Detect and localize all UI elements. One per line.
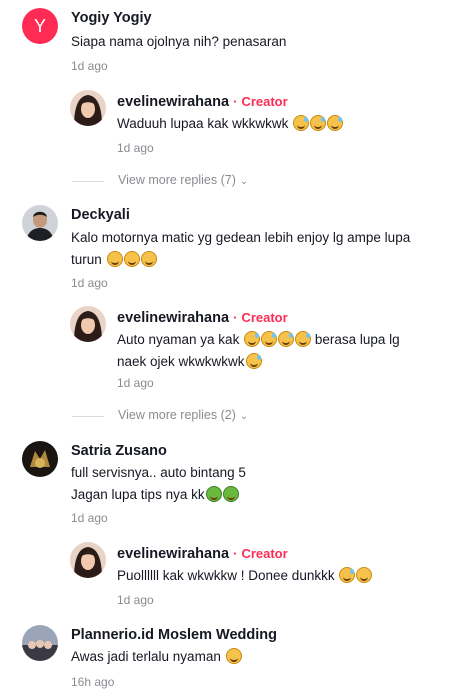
- reply-time: 1d ago: [117, 141, 154, 155]
- avatar[interactable]: [22, 205, 58, 241]
- grinning-sweat-emoji-icon: [244, 331, 261, 347]
- comment-text: full servisnya.. auto bintang 5 Jagan lu…: [71, 465, 246, 502]
- grinning-emoji-icon: [225, 648, 242, 664]
- grinning-sweat-emoji-icon: [310, 115, 327, 131]
- grinning-emoji-icon: [356, 567, 373, 583]
- chevron-down-icon: ⌄: [239, 176, 249, 187]
- creator-badge: Creator: [241, 546, 288, 561]
- avatar[interactable]: Y: [22, 8, 58, 44]
- commenter-name[interactable]: Plannerio.id Moslem Wedding: [71, 627, 277, 643]
- comment-time: 1d ago: [71, 511, 108, 525]
- grinning-sweat-emoji-icon: [339, 567, 356, 583]
- comment-time: 1d ago: [71, 59, 108, 73]
- creator-badge: Creator: [241, 94, 288, 109]
- comment-text: Kalo motornya matic yg gedean lebih enjo…: [71, 230, 411, 267]
- avatar[interactable]: [70, 542, 106, 578]
- money-mouth-emoji-icon: [222, 486, 239, 502]
- grinning-sweat-emoji-icon: [261, 331, 278, 347]
- grinning-sweat-emoji-icon: [293, 115, 310, 131]
- comment-time: 1d ago: [71, 276, 108, 290]
- grinning-emoji-icon: [123, 251, 140, 267]
- comment-text: Siapa nama ojolnya nih? penasaran: [71, 34, 287, 49]
- reply-time: 1d ago: [117, 376, 154, 390]
- comment-text: Awas jadi terlalu nyaman: [71, 646, 242, 668]
- reply-time: 1d ago: [117, 593, 154, 607]
- view-more-replies-button[interactable]: View more replies (7) ⌄: [72, 171, 372, 191]
- commenter-name[interactable]: Deckyali: [71, 207, 130, 223]
- creator-badge: Creator: [241, 310, 288, 325]
- grinning-sweat-emoji-icon: [278, 331, 295, 347]
- money-mouth-emoji-icon: [205, 486, 222, 502]
- avatar[interactable]: [70, 306, 106, 342]
- reply-text: Auto nyaman ya kak berasa lupa lg naek o…: [117, 331, 400, 369]
- comment-time: 16h ago: [71, 675, 115, 689]
- reply-text: Puollllll kak wkwkkw ! Donee dunkkk: [117, 565, 373, 587]
- chevron-down-icon: ⌄: [239, 411, 249, 422]
- grinning-sweat-emoji-icon: [295, 331, 312, 347]
- grinning-sweat-emoji-icon: [245, 353, 262, 369]
- grinning-emoji-icon: [140, 251, 157, 267]
- commenter-name[interactable]: Yogiy Yogiy: [71, 10, 152, 26]
- creator-name[interactable]: evelinewirahana · Creator: [117, 94, 288, 110]
- avatar[interactable]: [22, 441, 58, 477]
- grinning-emoji-icon: [106, 251, 123, 267]
- reply-text: Waduuh lupaa kak wkkwkwk: [117, 113, 344, 135]
- view-more-replies-button[interactable]: View more replies (2) ⌄: [72, 406, 372, 426]
- avatar[interactable]: [70, 90, 106, 126]
- commenter-name[interactable]: Satria Zusano: [71, 443, 167, 459]
- creator-name[interactable]: evelinewirahana · Creator: [117, 310, 288, 326]
- creator-name[interactable]: evelinewirahana · Creator: [117, 546, 288, 562]
- avatar[interactable]: [22, 625, 58, 661]
- grinning-sweat-emoji-icon: [327, 115, 344, 131]
